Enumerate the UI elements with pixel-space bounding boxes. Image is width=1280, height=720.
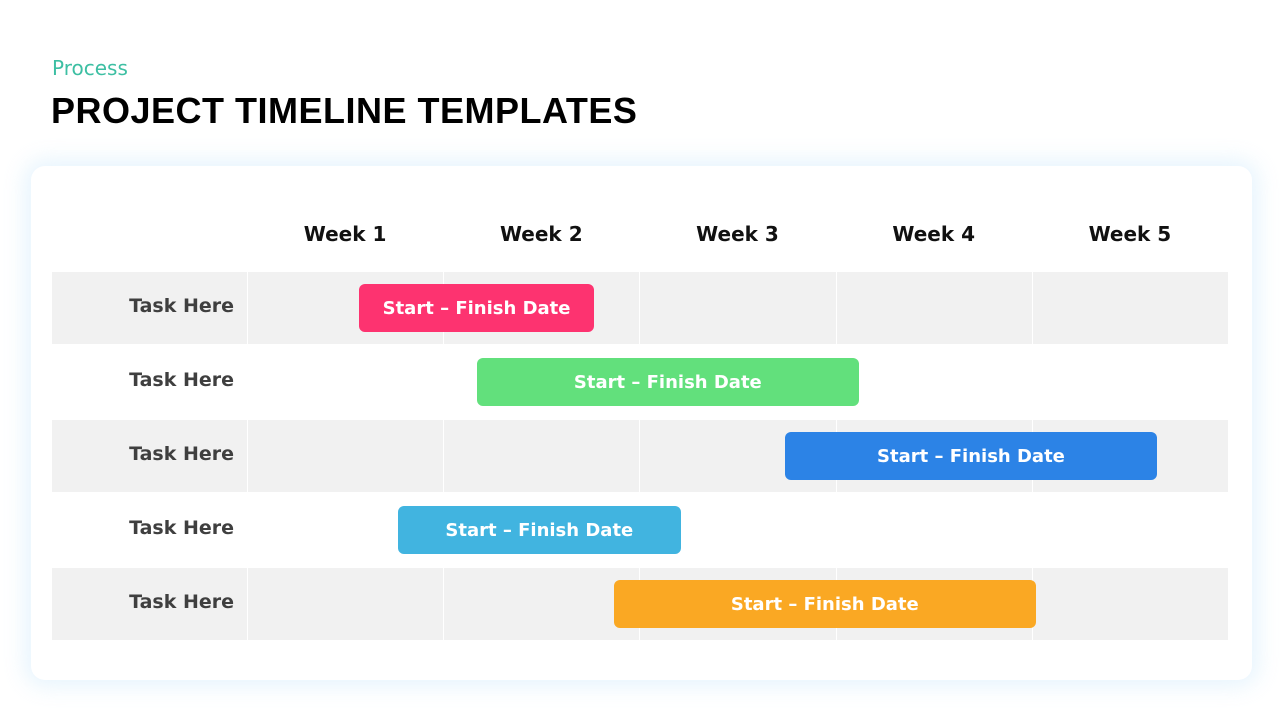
task-bar[interactable]: Start – Finish Date [476,358,860,406]
week-header: Week 2 [499,222,583,246]
week-header: Week 5 [1088,222,1172,246]
grid-divider [443,568,445,640]
task-label: Task Here [129,295,234,317]
grid-divider [247,420,248,492]
task-label: Task Here [129,369,234,391]
task-label: Task Here [129,517,234,539]
task-bar[interactable]: Start – Finish Date [784,432,1158,480]
week-header: Week 4 [892,222,976,246]
week-header: Week 3 [696,222,779,246]
task-bar-label: Start – Finish Date [573,371,762,393]
task-label: Task Here [129,443,234,465]
task-bar[interactable]: Start – Finish Date [358,284,595,332]
grid-divider [247,272,248,344]
page-title: PROJECT TIMELINE TEMPLATES [51,90,638,131]
grid-divider [1031,272,1033,344]
grid-divider [639,420,641,492]
grid-divider [835,272,837,344]
section-subtitle: Process [52,56,128,80]
grid-divider [443,420,445,492]
week-header: Week 1 [303,222,387,246]
grid-divider [639,272,641,344]
task-bar-label: Start – Finish Date [382,297,571,319]
task-bar-label: Start – Finish Date [877,445,1065,467]
task-bar-label: Start – Finish Date [445,519,634,541]
grid-divider [247,568,248,640]
task-bar-label: Start – Finish Date [730,593,919,615]
task-bar[interactable]: Start – Finish Date [613,580,1036,628]
task-bar[interactable]: Start – Finish Date [398,506,681,554]
task-label: Task Here [129,591,234,613]
